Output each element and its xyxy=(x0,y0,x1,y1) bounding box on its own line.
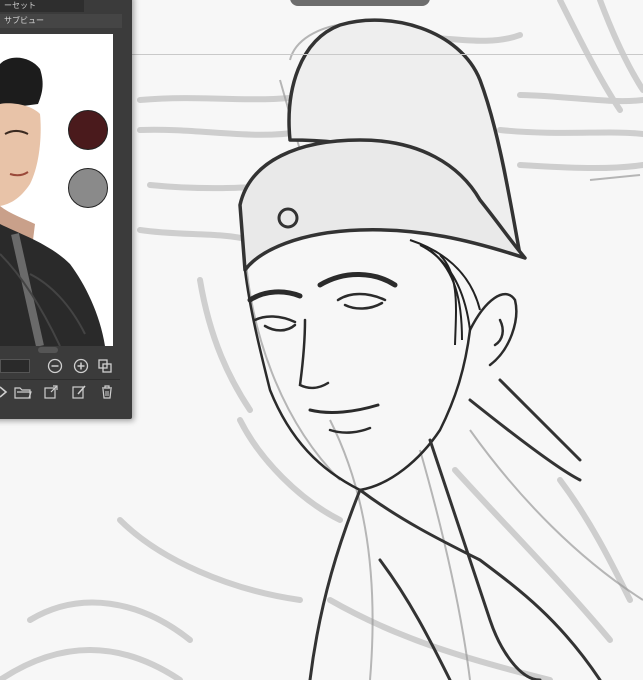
main-color-swatch[interactable] xyxy=(68,110,108,150)
import-image-icon[interactable] xyxy=(42,384,60,402)
tab-subview[interactable]: サブビュー xyxy=(0,14,122,28)
delete-icon[interactable] xyxy=(98,384,116,402)
zoom-level-field[interactable] xyxy=(0,359,30,373)
panel-divider xyxy=(0,379,120,380)
top-overlay-shape xyxy=(290,0,430,6)
edit-icon[interactable] xyxy=(70,384,88,402)
ruler-guide-line xyxy=(132,54,643,55)
zoom-controls xyxy=(0,356,115,378)
preview-scroll-thumb[interactable] xyxy=(38,347,58,353)
zoom-in-icon[interactable] xyxy=(72,358,90,376)
next-image-icon[interactable] xyxy=(0,384,12,402)
subview-toolbar xyxy=(0,382,120,404)
face-lineart xyxy=(243,268,518,492)
fit-window-icon[interactable] xyxy=(96,358,114,376)
reference-image-preview[interactable] xyxy=(0,34,113,346)
zoom-out-icon[interactable] xyxy=(46,358,64,376)
open-folder-icon[interactable] xyxy=(14,384,32,402)
subview-panel[interactable]: ーセット サブビュー xyxy=(0,0,132,419)
tab-preset[interactable]: ーセット xyxy=(0,0,84,12)
hat-lineart xyxy=(238,18,527,272)
hair-lineart xyxy=(409,239,481,346)
sub-color-swatch[interactable] xyxy=(68,168,108,208)
